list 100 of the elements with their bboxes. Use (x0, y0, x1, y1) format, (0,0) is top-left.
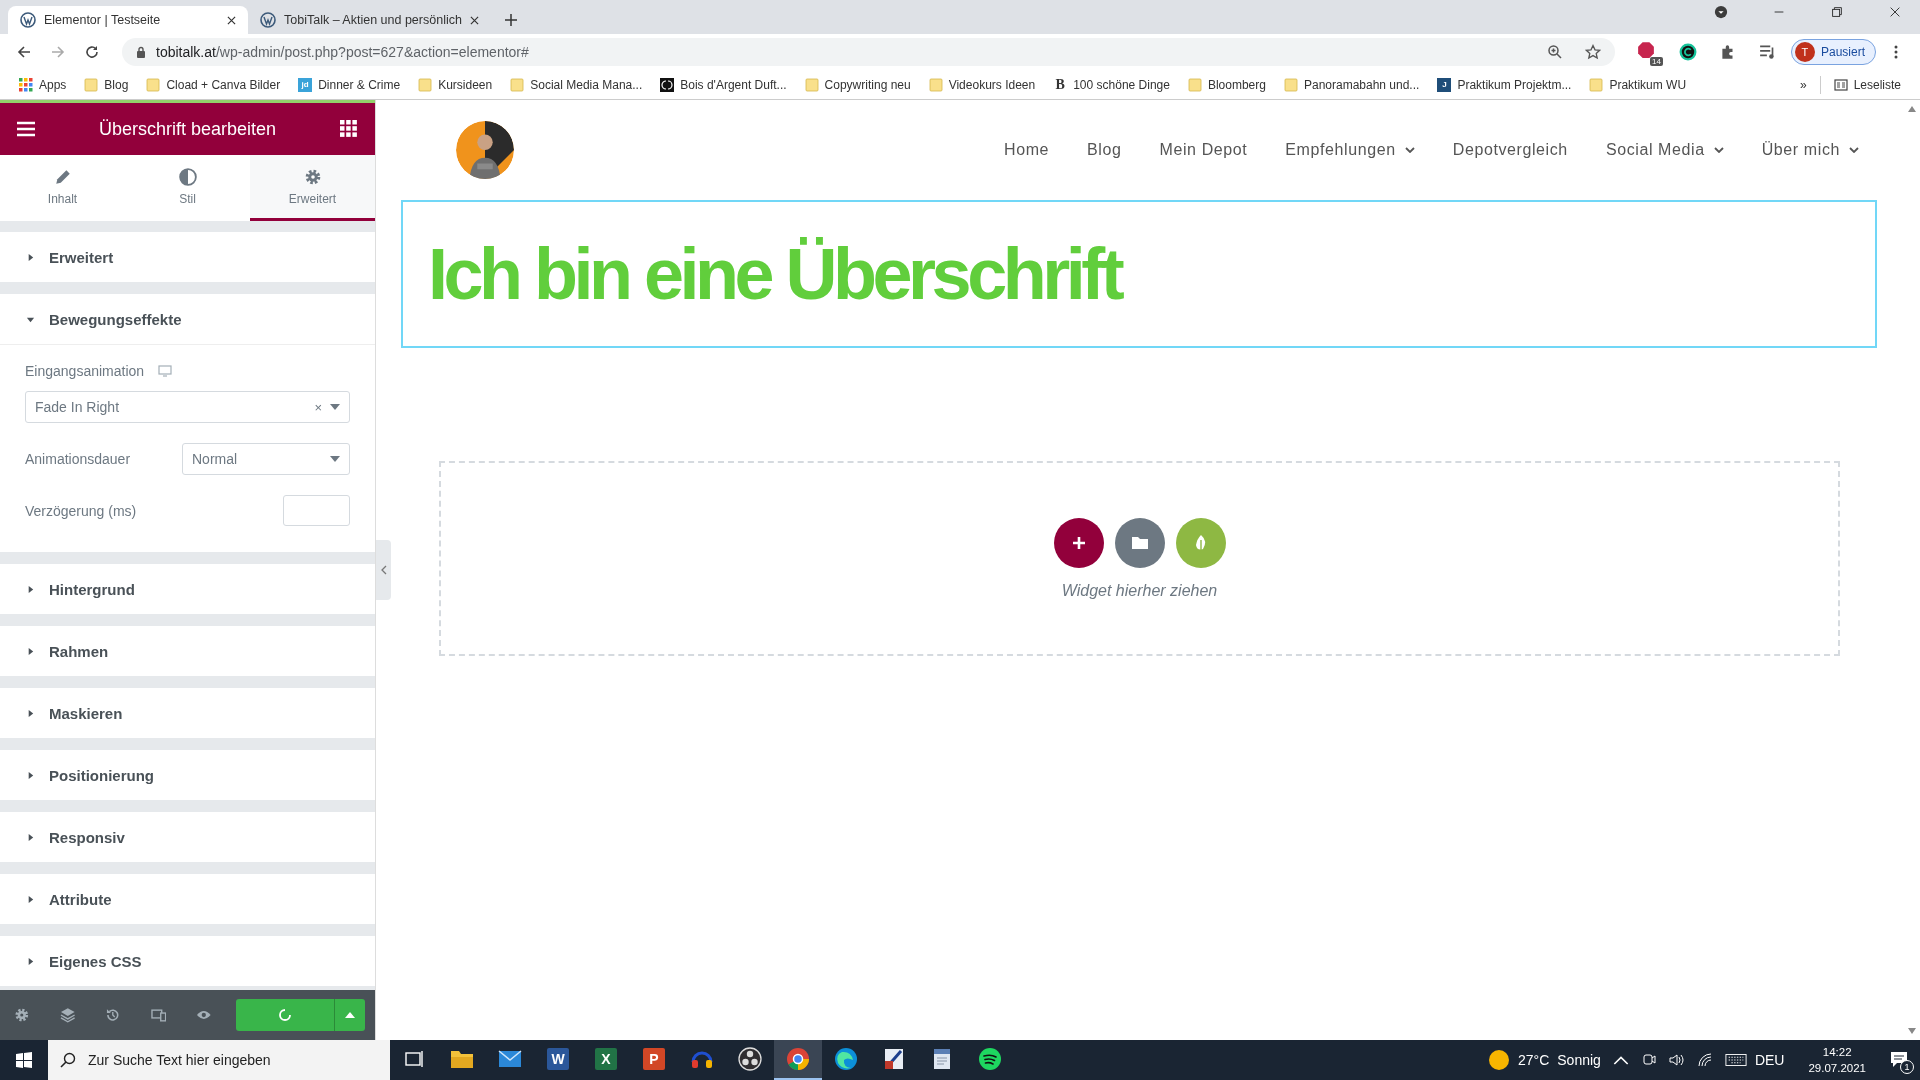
scroll-down-icon[interactable] (1907, 1028, 1916, 1034)
animation-select[interactable]: Fade In Right × (25, 391, 350, 423)
star-icon[interactable] (1584, 44, 1601, 60)
section-header[interactable]: Hintergrund (0, 564, 375, 614)
grammarly-icon[interactable] (1678, 43, 1697, 61)
taskbar-app[interactable]: P (630, 1040, 678, 1080)
bookmark[interactable]: B 100 schöne Dinge (1044, 76, 1179, 93)
taskbar-app[interactable]: X (582, 1040, 630, 1080)
close-icon[interactable] (469, 15, 479, 25)
widgets-grid-icon[interactable] (339, 120, 359, 138)
save-options-button[interactable] (333, 999, 365, 1031)
bookmark[interactable]: Copywriting neu (795, 77, 920, 92)
bookmark[interactable]: Bois d'Argent Duft... (651, 77, 796, 92)
folder-icon (418, 77, 433, 92)
layers-icon[interactable] (59, 1007, 76, 1023)
section-header[interactable]: Eigenes CSS (0, 936, 375, 986)
nav-link[interactable]: Depotvergleich (1452, 141, 1568, 159)
bookmark[interactable]: J Praktikum Projektm... (1428, 77, 1581, 92)
office-app-icon: W (547, 1048, 569, 1070)
caret-icon (26, 832, 35, 842)
media-queue-icon[interactable] (1758, 43, 1777, 61)
bookmark[interactable]: Social Media Mana... (501, 77, 652, 92)
dropdown-icon (330, 404, 340, 410)
menu-icon[interactable] (16, 120, 36, 138)
delay-input[interactable] (283, 495, 350, 526)
field-label: Verzögerung (ms) (25, 502, 137, 519)
reading-list-button[interactable]: Leseliste (1824, 77, 1910, 92)
section-header[interactable]: Erweitert (0, 232, 375, 282)
profile-button[interactable]: T Pausiert (1790, 39, 1876, 65)
zoom-icon[interactable] (1546, 44, 1563, 60)
heading-text: Ich bin eine Überschrift (428, 233, 1121, 315)
edge-icon (834, 1047, 858, 1071)
wordpress-icon (260, 12, 276, 28)
panel-tab[interactable]: Erweitert (250, 155, 375, 221)
folder-icon (1589, 77, 1604, 92)
office-app-icon: P (643, 1048, 665, 1070)
folder-icon (1130, 534, 1149, 551)
bookmark[interactable]: Videokurs Ideen (919, 77, 1045, 92)
sun-icon[interactable] (1488, 1049, 1510, 1071)
wifi-icon[interactable] (1696, 1052, 1713, 1068)
clear-icon[interactable]: × (314, 399, 322, 415)
section-header[interactable]: Maskieren (0, 688, 375, 738)
caret-icon (344, 1012, 355, 1018)
restore-icon[interactable] (1830, 5, 1844, 19)
section-header[interactable]: Attribute (0, 874, 375, 924)
responsive-icon[interactable] (150, 1007, 167, 1023)
taskbar-search-field[interactable]: Zur Suche Text hier eingeben (48, 1040, 390, 1080)
weather-temperature[interactable]: 27°C (1518, 1052, 1550, 1068)
nav-link[interactable]: Social Media (1605, 141, 1724, 159)
new-tab-icon[interactable] (504, 14, 517, 26)
bookmark[interactable]: Blog (75, 77, 138, 92)
section-header[interactable]: Positionierung (0, 750, 375, 800)
spotify-icon (978, 1047, 1002, 1071)
nav-link[interactable]: Mein Depot (1159, 141, 1248, 159)
contrast-icon (178, 167, 197, 186)
settings-icon[interactable] (14, 1007, 30, 1023)
bookmark[interactable]: Panoramabahn und... (1274, 77, 1429, 92)
close-icon[interactable] (1888, 5, 1902, 19)
section-header[interactable]: Rahmen (0, 626, 375, 676)
section-header[interactable]: Responsiv (0, 812, 375, 862)
bookmark[interactable]: Praktikum WU (1580, 77, 1696, 92)
nav-link[interactable]: Blog (1087, 141, 1122, 159)
keyboard-icon[interactable] (1724, 1052, 1747, 1068)
site-logo: jd (298, 77, 313, 92)
panel-collapse-handle[interactable] (376, 540, 391, 600)
nav-link[interactable]: Home (1004, 141, 1050, 159)
nav-link[interactable]: Über mich (1761, 141, 1859, 159)
section-header[interactable]: Bewegungseffekte (0, 294, 375, 344)
obs-icon (738, 1047, 762, 1071)
field-label: Animationsdauer (25, 451, 131, 467)
address-bar[interactable]: tobitalk.at/wp-admin/post.php?post=627&action=elementor# (122, 38, 1615, 66)
bookmark[interactable]: Apps (10, 77, 76, 92)
browser-tab[interactable]: Elementor | Testseite (8, 6, 248, 34)
bookmark[interactable]: Kursideen (409, 77, 502, 92)
volume-icon[interactable] (1668, 1052, 1685, 1068)
panel-tab[interactable]: Stil (125, 155, 250, 221)
tab-search-icon[interactable] (1714, 5, 1728, 19)
pencil-icon (53, 167, 72, 186)
meet-icon[interactable] (1640, 1052, 1657, 1068)
panel-tab[interactable]: Inhalt (0, 155, 125, 221)
caret-icon (26, 252, 35, 262)
settings-icon (303, 167, 322, 186)
folder-icon (804, 77, 819, 92)
folder-icon (1187, 77, 1202, 92)
duration-select[interactable]: Normal (182, 443, 350, 475)
close-icon[interactable] (227, 15, 236, 25)
weather-condition[interactable]: Sonnig (1557, 1052, 1601, 1068)
input-language[interactable]: DEU (1754, 1052, 1785, 1068)
nav-link[interactable]: Empfehlungen (1285, 141, 1415, 159)
history-icon[interactable] (105, 1007, 121, 1023)
bookmark[interactable]: Cload + Canva Bilder (137, 77, 290, 92)
scroll-up-icon[interactable] (1907, 106, 1916, 112)
bookmark[interactable]: Bloomberg (1178, 77, 1275, 92)
bookmarks-overflow[interactable]: » (1790, 77, 1816, 92)
clock[interactable]: 14:22 29.07.2021 (1808, 1044, 1866, 1076)
plus-icon (1070, 534, 1087, 551)
taskbar-app[interactable]: W (534, 1040, 582, 1080)
mail-icon (498, 1049, 522, 1069)
bookmark[interactable]: jd Dinner & Crime (289, 77, 410, 92)
field-label: Eingangsanimation (25, 363, 145, 379)
